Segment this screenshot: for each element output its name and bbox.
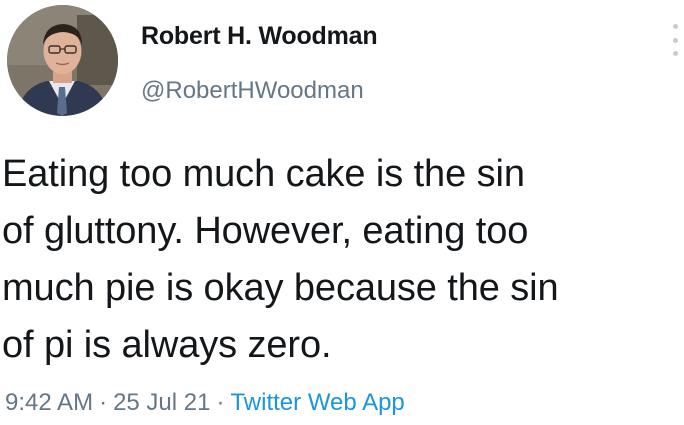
separator: · — [99, 389, 108, 416]
tweet-time[interactable]: 9:42 AM — [5, 389, 93, 416]
tweet-text: Eating too much cake is the sin of glutt… — [2, 146, 677, 374]
author-display-name[interactable]: Robert H. Woodman — [141, 22, 378, 51]
more-options-icon[interactable] — [670, 20, 680, 60]
profile-photo-icon — [7, 5, 118, 116]
tweet-source-link[interactable]: Twitter Web App — [230, 389, 404, 416]
tweet-text-line: of gluttony. However, eating too — [2, 210, 529, 252]
separator: · — [216, 389, 225, 416]
tweet-card: Robert H. Woodman @RobertHWoodman Eating… — [0, 0, 684, 425]
dot — [672, 51, 678, 56]
author-handle[interactable]: @RobertHWoodman — [141, 77, 364, 105]
dot — [672, 24, 678, 29]
avatar[interactable] — [7, 5, 118, 116]
tweet-text-line: Eating too much cake is the sin — [2, 153, 525, 195]
dot — [672, 37, 678, 43]
tweet-date[interactable]: 25 Jul 21 — [113, 389, 210, 416]
tweet-text-line: of pi is always zero. — [2, 324, 332, 366]
tweet-metadata: 9:42 AM · 25 Jul 21 · Twitter Web App — [5, 389, 405, 417]
tweet-text-line: much pie is okay because the sin — [2, 267, 559, 309]
